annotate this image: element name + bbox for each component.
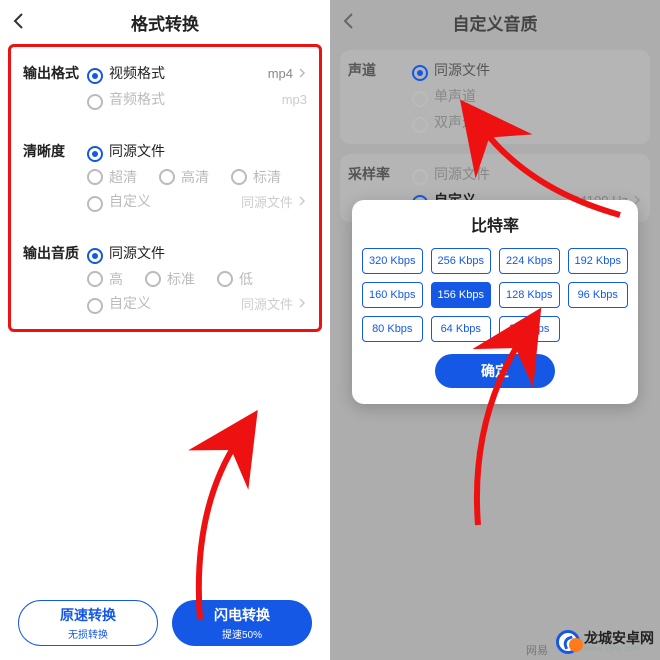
radio-quality-same[interactable] xyxy=(87,248,103,264)
normal-convert-button[interactable]: 原速转换 无损转换 xyxy=(18,600,158,646)
left-header: 格式转换 xyxy=(0,0,330,44)
annotation-arrow-left xyxy=(190,430,270,630)
watermark-logo-icon xyxy=(556,630,580,654)
label-quality: 输出音质 xyxy=(23,243,87,263)
value-audio-format: mp3 xyxy=(282,92,307,107)
value-clarity-custom: 同源文件 xyxy=(241,192,293,211)
option-quality-low[interactable]: 低 xyxy=(239,269,253,289)
back-icon[interactable] xyxy=(340,12,358,30)
annotation-arrow-bottom xyxy=(460,330,580,530)
option-video-format[interactable]: 视频格式 xyxy=(109,63,165,83)
normal-convert-sub: 无损转换 xyxy=(68,626,108,641)
option-clarity-std[interactable]: 标清 xyxy=(253,167,281,187)
radio-channel-same[interactable] xyxy=(412,65,428,81)
bottom-button-row: 原速转换 无损转换 闪电转换 提速50% xyxy=(0,600,330,646)
bitrate-option[interactable]: 224 Kbps xyxy=(499,248,560,274)
radio-clarity-hd[interactable] xyxy=(87,169,103,185)
watermark-url: www.lcjrg.com xyxy=(584,645,654,653)
bitrate-option[interactable]: 80 Kbps xyxy=(362,316,423,342)
label-clarity: 清晰度 xyxy=(23,141,87,161)
bitrate-option[interactable]: 160 Kbps xyxy=(362,282,423,308)
right-title: 自定义音质 xyxy=(453,10,538,35)
radio-quality-std[interactable] xyxy=(145,271,161,287)
radio-quality-high[interactable] xyxy=(87,271,103,287)
chevron-right-icon[interactable] xyxy=(297,298,307,308)
label-output-format: 输出格式 xyxy=(23,63,87,83)
radio-quality-low[interactable] xyxy=(217,271,233,287)
radio-audio-format[interactable] xyxy=(87,94,103,110)
radio-clarity-same[interactable] xyxy=(87,146,103,162)
value-video-format: mp4 xyxy=(268,66,293,81)
left-title: 格式转换 xyxy=(131,10,199,35)
radio-quality-custom[interactable] xyxy=(87,298,103,314)
card-clarity: 清晰度 同源文件 超清 高清 标清 自定义 同源文件 xyxy=(15,131,315,223)
label-samplerate: 采样率 xyxy=(348,164,412,184)
back-icon[interactable] xyxy=(10,12,28,30)
watermark-name: 龙城安卓网 xyxy=(584,631,654,645)
radio-channel-stereo[interactable] xyxy=(412,117,428,133)
radio-video-format[interactable] xyxy=(87,68,103,84)
radio-clarity-std[interactable] xyxy=(231,169,247,185)
card-output-format: 输出格式 视频格式 mp4 音频格式 mp3 xyxy=(15,53,315,121)
option-channel-same[interactable]: 同源文件 xyxy=(434,60,490,80)
option-quality-std[interactable]: 标准 xyxy=(167,269,195,289)
option-quality-same[interactable]: 同源文件 xyxy=(109,243,165,263)
label-channel: 声道 xyxy=(348,60,412,80)
option-audio-format[interactable]: 音频格式 xyxy=(109,89,165,109)
annotation-arrow-top xyxy=(470,120,630,220)
option-quality-custom[interactable]: 自定义 xyxy=(109,293,151,313)
radio-sample-same[interactable] xyxy=(412,169,428,185)
bitrate-option[interactable]: 256 Kbps xyxy=(431,248,492,274)
card-quality: 输出音质 同源文件 高 标准 低 自定义 同源文件 xyxy=(15,233,315,325)
option-quality-high[interactable]: 高 xyxy=(109,269,123,289)
option-clarity-high[interactable]: 高清 xyxy=(181,167,209,187)
radio-clarity-high[interactable] xyxy=(159,169,175,185)
bitrate-option[interactable]: 128 Kbps xyxy=(499,282,560,308)
right-screen: 自定义音质 声道 同源文件 单声道 双声道 采 xyxy=(330,0,660,660)
radio-clarity-custom[interactable] xyxy=(87,196,103,212)
chevron-right-icon[interactable] xyxy=(297,196,307,206)
bitrate-option[interactable]: 156 Kbps xyxy=(431,282,492,308)
left-screen: 格式转换 输出格式 视频格式 mp4 音频格式 mp3 xyxy=(0,0,330,660)
chevron-right-icon[interactable] xyxy=(297,68,307,78)
option-channel-mono[interactable]: 单声道 xyxy=(434,86,476,106)
bitrate-option[interactable]: 96 Kbps xyxy=(568,282,629,308)
bitrate-grid: 320 Kbps 256 Kbps 224 Kbps 192 Kbps 160 Kbps… xyxy=(362,248,628,342)
brand-text: 网易 xyxy=(526,642,548,658)
option-clarity-hd[interactable]: 超清 xyxy=(109,167,137,187)
option-clarity-same[interactable]: 同源文件 xyxy=(109,141,165,161)
right-header: 自定义音质 xyxy=(330,0,660,44)
bitrate-option[interactable]: 320 Kbps xyxy=(362,248,423,274)
highlight-box: 输出格式 视频格式 mp4 音频格式 mp3 清晰度 xyxy=(8,44,322,332)
bitrate-option[interactable]: 192 Kbps xyxy=(568,248,629,274)
option-clarity-custom[interactable]: 自定义 xyxy=(109,191,151,211)
value-quality-custom: 同源文件 xyxy=(241,294,293,313)
radio-channel-mono[interactable] xyxy=(412,91,428,107)
watermark: 龙城安卓网 www.lcjrg.com xyxy=(556,630,654,654)
normal-convert-label: 原速转换 xyxy=(60,605,116,625)
